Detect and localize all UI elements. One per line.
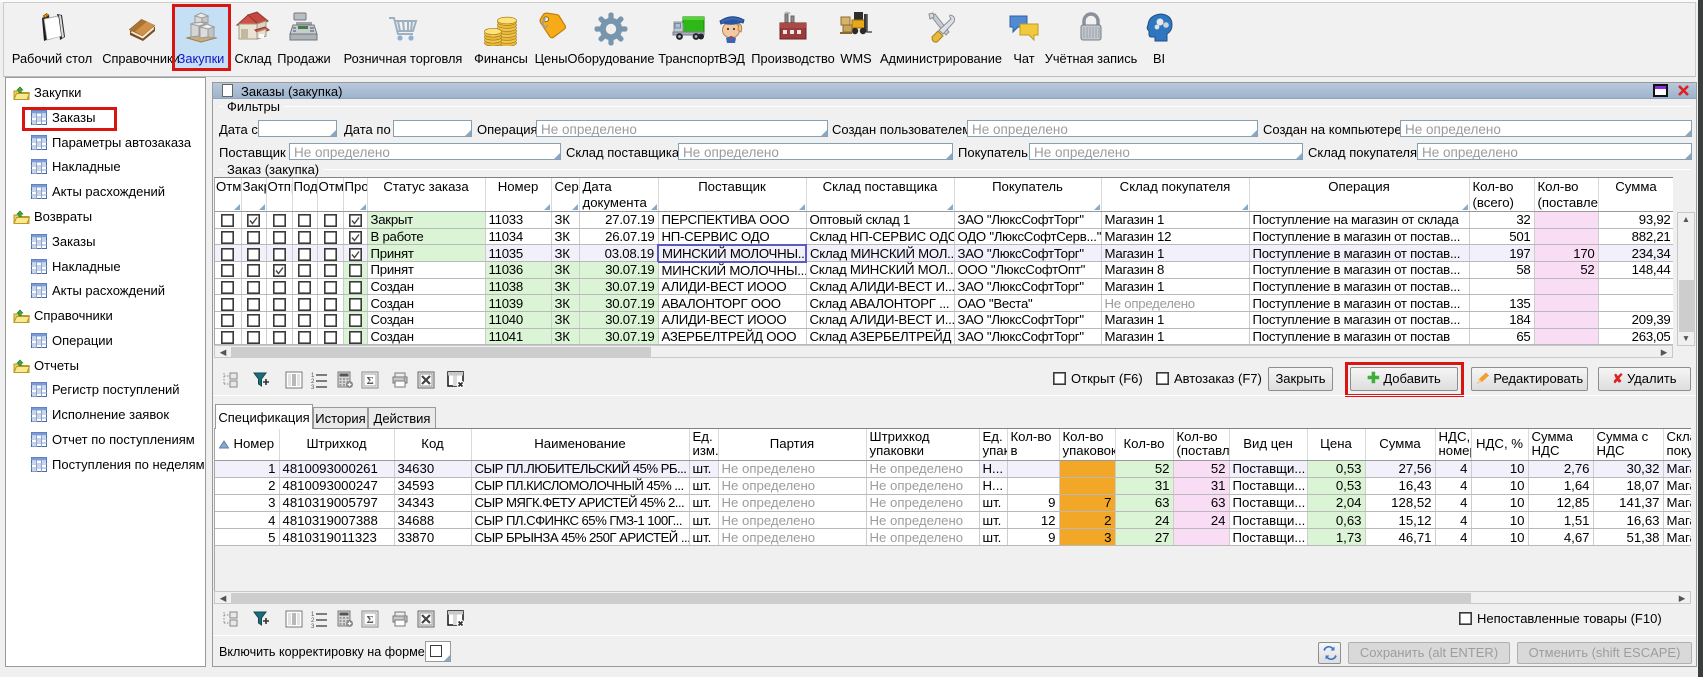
svg-text:Σ: Σ: [367, 614, 374, 626]
svg-text:Σ: Σ: [367, 375, 374, 387]
svg-text:3: 3: [311, 385, 315, 389]
svg-text:3: 3: [311, 624, 315, 628]
